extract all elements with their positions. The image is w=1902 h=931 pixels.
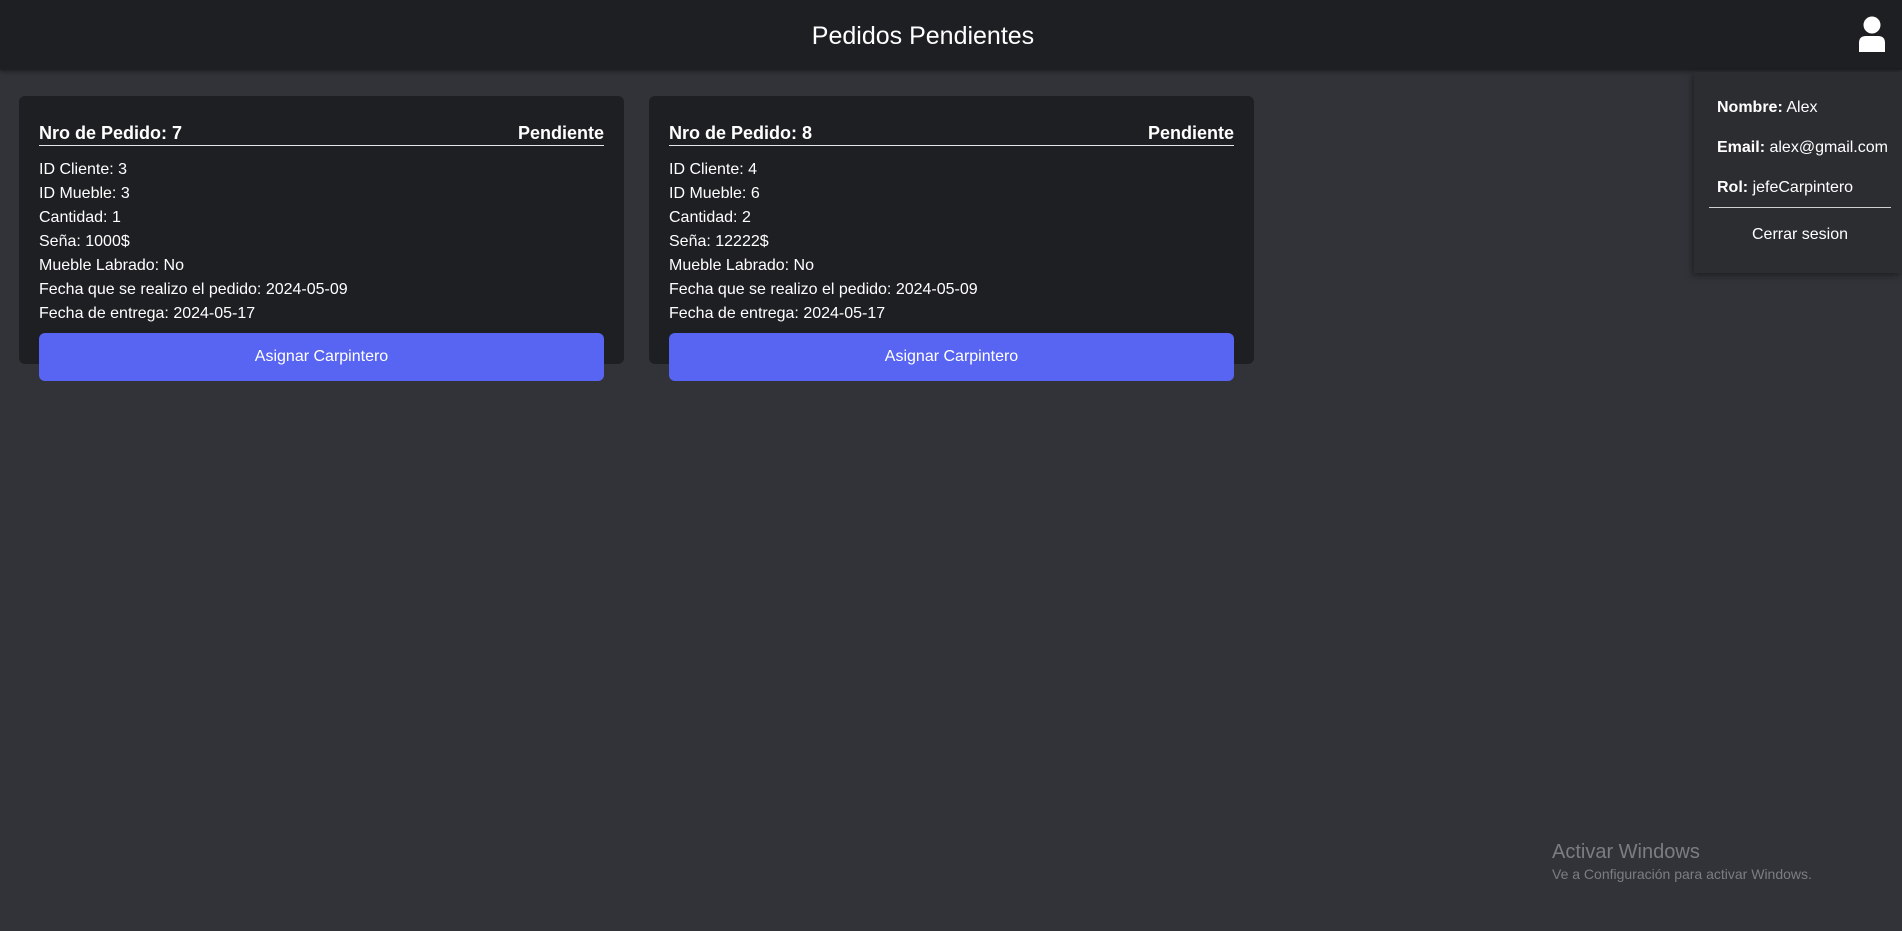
user-name-value: Alex (1786, 99, 1818, 116)
user-name-row: Nombre: Alex (1717, 98, 1817, 118)
orders-list: Nro de Pedido: 7 Pendiente ID Cliente: 3… (19, 96, 1254, 381)
panel-divider (1709, 207, 1891, 208)
carved-furniture: Mueble Labrado: No (39, 257, 184, 274)
order-details: ID Cliente: 4 ID Mueble: 6 Cantidad: 2 S… (669, 158, 1234, 326)
user-name-label: Nombre: (1717, 99, 1783, 116)
furniture-id: ID Mueble: 3 (39, 185, 130, 202)
user-role-label: Rol: (1717, 179, 1749, 196)
windows-activation-watermark: Activar Windows Ve a Configuración para … (1552, 840, 1812, 883)
quantity: Cantidad: 1 (39, 209, 121, 226)
order-number: Nro de Pedido: 7 (39, 123, 183, 143)
user-role-row: Rol: jefeCarpintero (1717, 178, 1853, 198)
order-number: Nro de Pedido: 8 (669, 123, 813, 143)
page-title: Pedidos Pendientes (811, 22, 1035, 50)
order-details: ID Cliente: 3 ID Mueble: 3 Cantidad: 1 S… (39, 158, 604, 326)
order-status: Pendiente (517, 123, 604, 143)
carved-furniture: Mueble Labrado: No (669, 257, 814, 274)
user-dropdown-panel: Nombre: Alex Email: alex@gmail.com Rol: … (1694, 72, 1902, 273)
order-date: Fecha que se realizo el pedido: 2024-05-… (39, 281, 348, 298)
deposit: Seña: 1000$ (39, 233, 130, 250)
top-bar: Pedidos Pendientes (0, 0, 1902, 70)
client-id: ID Cliente: 4 (669, 161, 758, 178)
furniture-id: ID Mueble: 6 (669, 185, 760, 202)
order-card-header: Nro de Pedido: 7 Pendiente (39, 118, 604, 146)
logout-button[interactable]: Cerrar sesion (1709, 225, 1891, 245)
order-card: Nro de Pedido: 7 Pendiente ID Cliente: 3… (19, 96, 624, 381)
deposit: Seña: 12222$ (669, 233, 769, 250)
order-card: Nro de Pedido: 8 Pendiente ID Cliente: 4… (649, 96, 1254, 381)
delivery-date: Fecha de entrega: 2024-05-17 (39, 305, 256, 322)
order-status: Pendiente (1147, 123, 1234, 143)
user-role-value: jefeCarpintero (1752, 179, 1854, 196)
client-id: ID Cliente: 3 (39, 161, 128, 178)
watermark-title: Activar Windows (1552, 841, 1700, 863)
assign-carpenter-button[interactable]: Asignar Carpintero (669, 333, 1234, 381)
user-icon[interactable] (1857, 16, 1887, 52)
user-email-label: Email: (1717, 139, 1766, 156)
delivery-date: Fecha de entrega: 2024-05-17 (669, 305, 886, 322)
user-email-value: alex@gmail.com (1769, 139, 1888, 156)
order-date: Fecha que se realizo el pedido: 2024-05-… (669, 281, 978, 298)
order-card-header: Nro de Pedido: 8 Pendiente (669, 118, 1234, 146)
watermark-subtitle: Ve a Configuración para activar Windows. (1552, 866, 1812, 882)
user-email-row: Email: alex@gmail.com (1717, 138, 1888, 158)
assign-carpenter-button[interactable]: Asignar Carpintero (39, 333, 604, 381)
quantity: Cantidad: 2 (669, 209, 751, 226)
